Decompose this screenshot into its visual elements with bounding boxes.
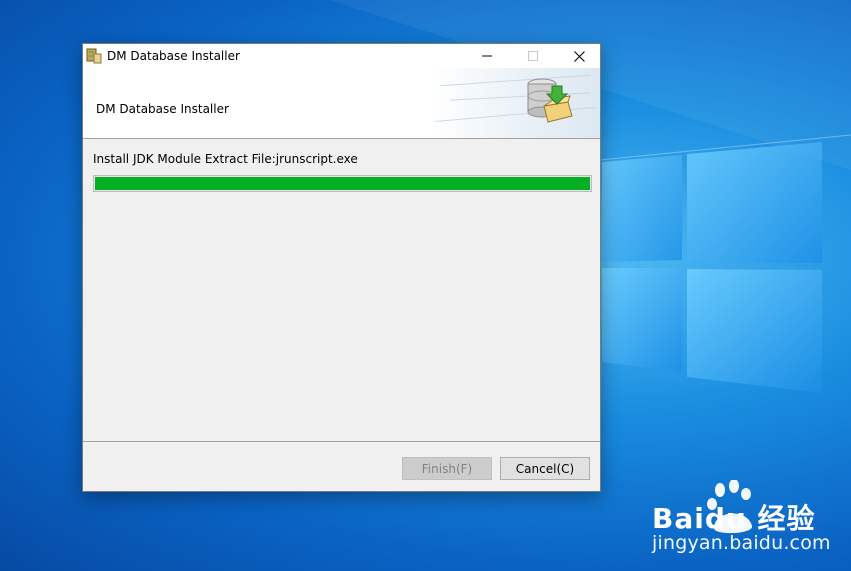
minimize-icon [482,55,492,57]
installer-app-icon [86,48,102,64]
installer-window: DM Database Installer DM Database Instal… [82,43,601,492]
watermark-url: jingyan.baidu.com [652,532,831,554]
header-banner [430,68,600,138]
install-progress-bar [93,175,592,192]
close-icon [573,50,585,62]
cancel-button[interactable]: Cancel(C) [500,457,590,480]
maximize-button[interactable] [510,44,556,68]
install-status: Install JDK Module Extract File:jrunscri… [93,152,358,166]
finish-button[interactable]: Finish(F) [402,457,492,480]
database-package-icon [527,78,573,123]
wizard-header: DM Database Installer [83,68,600,139]
minimize-button[interactable] [464,44,510,68]
maximize-icon [528,51,538,61]
window-title: DM Database Installer [107,49,240,63]
watermark-brand: Baidu 经验 [652,502,816,535]
header-title: DM Database Installer [96,102,229,116]
close-button[interactable] [556,44,602,68]
progress-fill [95,177,590,190]
title-bar[interactable]: DM Database Installer [83,44,600,68]
footer-divider [83,441,600,442]
